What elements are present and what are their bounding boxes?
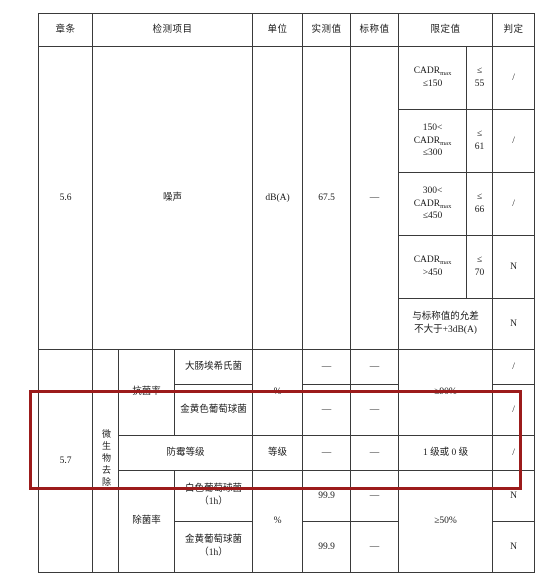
tolerance-line-2: 不大于+3dB(A) [414,325,477,335]
cadr-subscript: max [440,70,452,78]
cadr-subscript: max [440,139,452,147]
limit-operator: ≤ [476,129,483,140]
table-row: 5.7 微生物去除 抗菌率 大肠埃希氏菌 % — — ≥90% / [38,349,536,573]
unit-noise: dB(A) [252,46,304,350]
header-clause: 章条 [38,13,93,47]
header-judgment: 判定 [492,13,536,47]
limit-value-3: ≤ 66 [466,172,494,236]
limit-operator: ≤ [476,255,483,266]
cadr-subscript: max [440,202,452,210]
limit-condition-cadr-4: CADRmax >450 [398,235,468,299]
cadr-range-high: ≤450 [422,211,443,222]
nominal-noise: — [350,46,400,350]
item-name-line-1: 白色葡萄球菌 [185,484,243,495]
unit-sterilization: % [252,470,304,573]
cadr-range: >450 [422,268,443,278]
nominal-e-coli: — [350,349,400,385]
item-name-line-1: 金黄葡萄球菌 [185,535,243,546]
item-name-line-2: （1h） [199,548,228,558]
cadr-range-low: 150< [422,122,443,133]
judgment-s-aureus: / [492,384,536,436]
subgroup-antibacterial-rate: 抗菌率 [118,349,175,436]
cadr-subscript: max [440,259,452,267]
limit-mold-grade: 1 级或 0 级 [398,435,494,471]
limit-condition-cadr-2: 150< CADRmax ≤300 [398,109,468,173]
header-measured: 实测值 [302,13,352,47]
tolerance-line-1: 与标称值的允差 [412,312,479,323]
cadr-label: CADR [413,198,441,209]
limit-number: 66 [474,205,485,215]
limit-number: 61 [474,142,485,152]
cadr-label: CADR [413,66,441,77]
cadr-label: CADR [413,255,441,266]
vertical-group-text: 微生物去除 [101,428,111,489]
nominal-mold-grade: — [350,435,400,471]
judgment-e-coli: / [492,349,536,385]
cadr-label: CADR [413,135,441,146]
limit-sterilization: ≥50% [398,470,494,573]
limit-condition-cadr-3: 300< CADRmax ≤450 [398,172,468,236]
measured-s-aureus-1h: 99.9 [302,521,352,573]
limit-operator: ≤ [476,66,483,77]
judgment-2: / [492,109,536,173]
unit-mold-grade: 等级 [252,435,304,471]
header-unit: 单位 [252,13,304,47]
header-item: 检测项目 [91,13,254,47]
cadr-range: ≤150 [422,79,443,89]
table-header-row: 章条 检测项目 单位 实测值 标称值 限定值 判定 [38,13,536,47]
nominal-s-aureus: — [350,384,400,436]
limit-number: 70 [474,268,485,278]
limit-value-1: ≤ 55 [466,46,494,110]
judgment-mold-grade: / [492,435,536,471]
judgment-1: / [492,46,536,110]
unit-antibacterial: % [252,349,304,436]
nominal-s-aureus-1h: — [350,521,400,573]
item-e-coli: 大肠埃希氏菌 [173,349,254,385]
measured-e-coli: — [302,349,352,385]
limit-antibacterial: ≥90% [398,349,494,436]
limit-value-2: ≤ 61 [466,109,494,173]
subgroup-sterilization-rate: 除菌率 [118,470,175,573]
group-label-microbial-removal: 微生物去除 [92,349,119,573]
measured-mold-grade: — [302,435,352,471]
measured-s-epidermidis: 99.9 [302,470,352,522]
item-mold-grade: 防霉等级 [117,435,254,471]
item-name-line-2: （1h） [199,497,228,507]
limit-value-4: ≤ 70 [466,235,494,299]
header-limit: 限定值 [398,13,494,47]
limit-operator: ≤ [476,192,483,203]
nominal-s-epidermidis: — [350,470,400,522]
test-report-table: 章条 检测项目 单位 实测值 标称值 限定值 判定 5.6 噪声 dB(A) 6… [38,13,536,573]
cadr-range-low: 300< [422,185,443,196]
clause-5-6: 5.6 [38,46,93,350]
limit-tolerance-text: 与标称值的允差 不大于+3dB(A) [398,298,494,350]
limit-number: 55 [474,79,485,89]
judgment-s-epidermidis: N [492,470,536,522]
item-s-aureus: 金黄色葡萄球菌 [173,384,254,436]
table-row: 5.6 噪声 dB(A) 67.5 — CADRmax ≤150 ≤ 55 / [38,46,536,350]
limit-condition-cadr-1: CADRmax ≤150 [398,46,468,110]
measured-noise: 67.5 [302,46,352,350]
judgment-5: N [492,298,536,350]
item-s-aureus-1h: 金黄葡萄球菌 （1h） [173,521,254,573]
clause-5-7: 5.7 [38,349,93,573]
judgment-4: N [492,235,536,299]
judgment-3: / [492,172,536,236]
measured-s-aureus: — [302,384,352,436]
judgment-s-aureus-1h: N [492,521,536,573]
header-nominal: 标称值 [350,13,400,47]
report-sheet: 章条 检测项目 单位 实测值 标称值 限定值 判定 5.6 噪声 dB(A) 6… [0,0,554,573]
item-noise: 噪声 [91,46,254,350]
cadr-range-high: ≤300 [422,148,443,159]
item-s-epidermidis: 白色葡萄球菌 （1h） [173,470,254,522]
